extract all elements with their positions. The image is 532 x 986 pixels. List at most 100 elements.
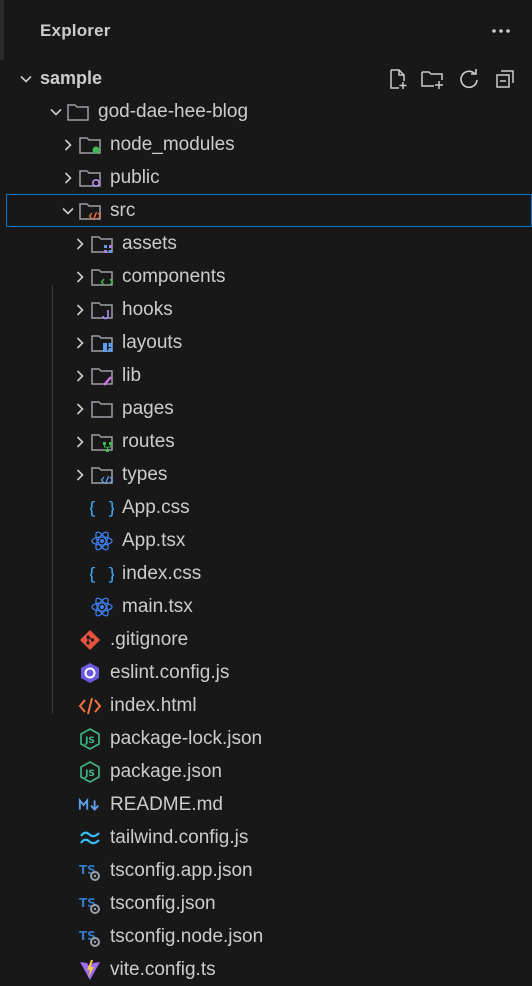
tree-item-label: eslint.config.js <box>110 661 230 683</box>
explorer-title: Explorer <box>40 21 111 40</box>
chevron-down-icon[interactable] <box>46 102 66 122</box>
nodejs-icon: JS <box>78 727 102 751</box>
file-item-tailwind-config-js[interactable]: tailwind.config.js <box>6 821 532 854</box>
chevron-right-icon[interactable] <box>58 168 78 188</box>
svg-text:JS: JS <box>84 736 95 746</box>
tree-item-label: tsconfig.node.json <box>110 925 264 947</box>
tree-item-label: hooks <box>122 298 173 320</box>
refresh-icon[interactable] <box>456 66 482 92</box>
chevron-right-icon[interactable] <box>70 465 90 485</box>
chevron-right-icon[interactable] <box>70 399 90 419</box>
tree-item-label: package-lock.json <box>110 727 263 749</box>
file-item-index-html[interactable]: index.html <box>6 689 532 722</box>
tree-item-label: package.json <box>110 760 222 782</box>
root-label: sample <box>40 68 103 88</box>
folder-item-lib[interactable]: lib <box>6 359 532 392</box>
tree-item-label: index.html <box>110 694 197 716</box>
file-item-tsconfig-node-json[interactable]: TS tsconfig.node.json <box>6 920 532 953</box>
new-file-icon[interactable] <box>384 66 410 92</box>
tree-item-label: tailwind.config.js <box>110 826 249 848</box>
folder-src-icon <box>78 199 102 223</box>
folder-icon <box>66 100 90 124</box>
file-item-readme-md[interactable]: README.md <box>6 788 532 821</box>
tailwind-icon <box>78 826 102 850</box>
folder-assets-icon <box>90 232 114 256</box>
svg-text:TS: TS <box>79 863 96 877</box>
folder-item-components[interactable]: components <box>6 260 532 293</box>
chevron-right-icon[interactable] <box>70 366 90 386</box>
chevron-down-icon[interactable] <box>58 201 78 221</box>
chevron-right-icon[interactable] <box>70 333 90 353</box>
file-item-eslint-config-js[interactable]: eslint.config.js <box>6 656 532 689</box>
explorer-panel: Explorer sample god-dae-hee-blog node_mo… <box>6 0 532 984</box>
eslint-icon <box>78 661 102 685</box>
svg-text:{ }: { } <box>90 499 114 519</box>
folder-node-icon <box>78 133 102 157</box>
chevron-right-icon[interactable] <box>58 135 78 155</box>
chevron-down-icon[interactable] <box>16 69 36 89</box>
chevron-right-icon[interactable] <box>70 432 90 452</box>
html-icon <box>78 694 102 718</box>
file-item-gitignore[interactable]: .gitignore <box>6 623 532 656</box>
folder-item-routes[interactable]: routes <box>6 425 532 458</box>
file-tree: sample god-dae-hee-blog node_modulespubli… <box>6 62 532 986</box>
folder-hooks-icon <box>90 298 114 322</box>
workspace-root-sample[interactable]: sample <box>6 62 532 95</box>
folder-lib-icon <box>90 364 114 388</box>
folder-item-assets[interactable]: assets <box>6 227 532 260</box>
chevron-right-icon[interactable] <box>70 300 90 320</box>
tree-item-label: types <box>122 463 168 485</box>
file-item-tsconfig-json[interactable]: TS tsconfig.json <box>6 887 532 920</box>
file-item-app-css[interactable]: { } App.css <box>6 491 532 524</box>
chevron-right-icon[interactable] <box>70 234 90 254</box>
collapse-all-icon[interactable] <box>492 66 518 92</box>
folder-public-icon <box>78 166 102 190</box>
git-icon <box>78 628 102 652</box>
file-item-tsconfig-app-json[interactable]: TS tsconfig.app.json <box>6 854 532 887</box>
file-item-package-json[interactable]: JS package.json <box>6 755 532 788</box>
tree-item-label: tsconfig.app.json <box>110 859 253 881</box>
folder-item-node-modules[interactable]: node_modules <box>6 128 532 161</box>
css-icon: { } <box>90 562 114 586</box>
folder-item-pages[interactable]: pages <box>6 392 532 425</box>
folder-item-god-dae-hee-blog[interactable]: god-dae-hee-blog <box>6 95 532 128</box>
vite-icon <box>78 958 102 982</box>
tree-item-label: App.css <box>122 496 190 518</box>
new-folder-icon[interactable] <box>420 66 446 92</box>
folder-types-icon <box>90 463 114 487</box>
react-icon <box>90 529 114 553</box>
tree-item-label: layouts <box>122 331 183 353</box>
folder-components-icon <box>90 265 114 289</box>
tree-item-label: god-dae-hee-blog <box>98 100 249 122</box>
folder-routes-icon <box>90 430 114 454</box>
tree-item-label: node_modules <box>110 133 235 155</box>
folder-item-public[interactable]: public <box>6 161 532 194</box>
folder-item-types[interactable]: types <box>6 458 532 491</box>
tree-item-label: src <box>110 199 136 221</box>
markdown-icon <box>78 793 102 817</box>
tree-item-label: public <box>110 166 160 188</box>
react-icon <box>90 595 114 619</box>
file-item-index-css[interactable]: { } index.css <box>6 557 532 590</box>
file-item-package-lock-json[interactable]: JS package-lock.json <box>6 722 532 755</box>
explorer-header: Explorer <box>6 0 532 62</box>
tree-item-label: assets <box>122 232 177 254</box>
folder-item-hooks[interactable]: hooks <box>6 293 532 326</box>
tsconfig-icon: TS <box>78 892 102 916</box>
tree-item-label: components <box>122 265 226 287</box>
svg-text:JS: JS <box>84 769 95 779</box>
tsconfig-icon: TS <box>78 925 102 949</box>
tree-item-label: vite.config.ts <box>110 958 216 980</box>
activity-bar-edge <box>0 0 4 60</box>
folder-icon <box>90 397 114 421</box>
svg-text:TS: TS <box>79 929 96 943</box>
file-item-main-tsx[interactable]: main.tsx <box>6 590 532 623</box>
file-item-vite-config-ts[interactable]: vite.config.ts <box>6 953 532 986</box>
folder-item-layouts[interactable]: layouts <box>6 326 532 359</box>
file-item-app-tsx[interactable]: App.tsx <box>6 524 532 557</box>
folder-item-src[interactable]: src <box>6 194 532 227</box>
chevron-right-icon[interactable] <box>70 267 90 287</box>
svg-text:{ }: { } <box>90 565 114 585</box>
tree-item-label: index.css <box>122 562 202 584</box>
ellipsis-icon[interactable] <box>488 18 514 44</box>
